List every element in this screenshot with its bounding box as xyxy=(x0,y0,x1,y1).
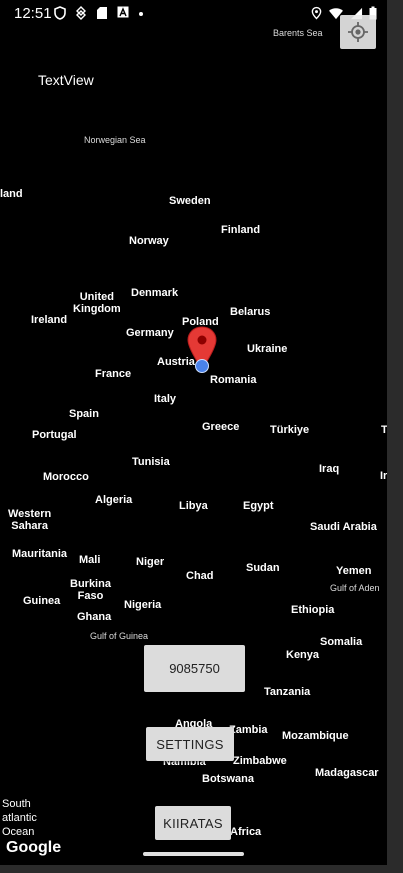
crosshair-icon xyxy=(348,22,368,42)
country-label-tanzania: Tanzania xyxy=(264,686,311,698)
country-label-yemen: Yemen xyxy=(336,565,372,577)
country-label-africa: Africa xyxy=(230,826,262,838)
my-location-button[interactable] xyxy=(340,15,376,49)
country-label-germany: Germany xyxy=(126,327,174,339)
sea-label-norwegian: Norwegian Sea xyxy=(84,135,146,145)
country-label-sudan: Sudan xyxy=(246,562,280,574)
country-label-morocco: Morocco xyxy=(43,471,89,483)
settings-button[interactable]: SETTINGS xyxy=(146,727,234,761)
country-label-zambia: Zambia xyxy=(229,724,268,736)
notification-a-icon xyxy=(117,6,129,18)
country-label-norway: Norway xyxy=(129,235,169,247)
country-label-botswana: Botswana xyxy=(202,773,254,785)
country-label-chad: Chad xyxy=(186,570,214,582)
google-logo: Google xyxy=(6,839,62,856)
sea-label-south-atlantic: South atlantic Ocean xyxy=(2,798,37,838)
country-label-libya: Libya xyxy=(179,500,208,512)
status-icons-left xyxy=(54,6,150,20)
country-label-sweden: Sweden xyxy=(169,195,211,207)
textview-label: TextView xyxy=(38,72,94,88)
country-label-kenya: Kenya xyxy=(286,649,320,661)
country-label-ukraine: Ukraine xyxy=(247,343,288,355)
sea-label-barents: Barents Sea xyxy=(273,28,323,38)
window-frame-right xyxy=(387,0,403,873)
country-label-turkiye: Türkiye xyxy=(270,424,310,436)
country-label-madagascar: Madagascar xyxy=(315,767,379,779)
country-label-greece: Greece xyxy=(202,421,240,433)
country-label-uk: United Kingdom xyxy=(73,291,121,315)
counter-button[interactable]: 9085750 xyxy=(144,645,245,692)
country-label-somalia: Somalia xyxy=(320,636,363,648)
country-label-saudi-arabia: Saudi Arabia xyxy=(310,521,377,533)
country-label-egypt: Egypt xyxy=(243,500,274,512)
status-time: 12:51 xyxy=(14,5,52,22)
country-label-edge: Ir xyxy=(380,470,387,482)
status-bar: 12:51 xyxy=(0,0,387,28)
country-label-ireland: Ireland xyxy=(31,314,68,326)
dot-icon xyxy=(139,12,143,16)
location-icon xyxy=(311,6,322,20)
gesture-nav-handle[interactable] xyxy=(143,852,244,856)
country-label-mozambique: Mozambique xyxy=(282,730,349,742)
country-label-portugal: Portugal xyxy=(32,429,77,441)
country-label-belarus: Belarus xyxy=(230,306,271,318)
country-label-finland: Finland xyxy=(221,224,261,236)
country-label-mali: Mali xyxy=(79,554,101,566)
country-label-burkina-faso: Burkina Faso xyxy=(70,578,111,602)
country-label-mauritania: Mauritania xyxy=(12,548,68,560)
country-label-iraq: Iraq xyxy=(319,463,340,475)
country-label-ghana: Ghana xyxy=(77,611,112,623)
country-label-spain: Spain xyxy=(69,408,99,420)
country-label-niger: Niger xyxy=(136,556,165,568)
country-label-france: France xyxy=(95,368,132,380)
map-screen[interactable]: 12:51 TextView Barents Sea Norwegian Sea… xyxy=(0,0,387,865)
country-label-tunisia: Tunisia xyxy=(132,456,170,468)
country-label-ethiopia: Ethiopia xyxy=(291,604,335,616)
country-label-romania: Romania xyxy=(210,374,257,386)
country-label-western-sahara: Western Sahara xyxy=(8,508,52,532)
country-label-denmark: Denmark xyxy=(131,287,179,299)
my-location-dot-icon xyxy=(195,359,209,373)
country-label-algeria: Algeria xyxy=(95,494,133,506)
sea-label-aden: Gulf of Aden xyxy=(330,583,380,593)
kiiratas-button[interactable]: KIIRATAS xyxy=(155,806,231,840)
data-saver-icon xyxy=(76,6,86,20)
country-label-nigeria: Nigeria xyxy=(124,599,162,611)
country-label-guinea: Guinea xyxy=(23,595,61,607)
country-label-italy: Italy xyxy=(154,393,177,405)
window-frame-bottom xyxy=(0,865,403,873)
country-label: land xyxy=(0,188,23,200)
shield-icon xyxy=(54,6,66,20)
sea-label-gulf-of-guinea: Gulf of Guinea xyxy=(90,631,149,641)
country-label-zimbabwe: Zimbabwe xyxy=(233,755,287,767)
sd-card-icon xyxy=(97,7,107,19)
